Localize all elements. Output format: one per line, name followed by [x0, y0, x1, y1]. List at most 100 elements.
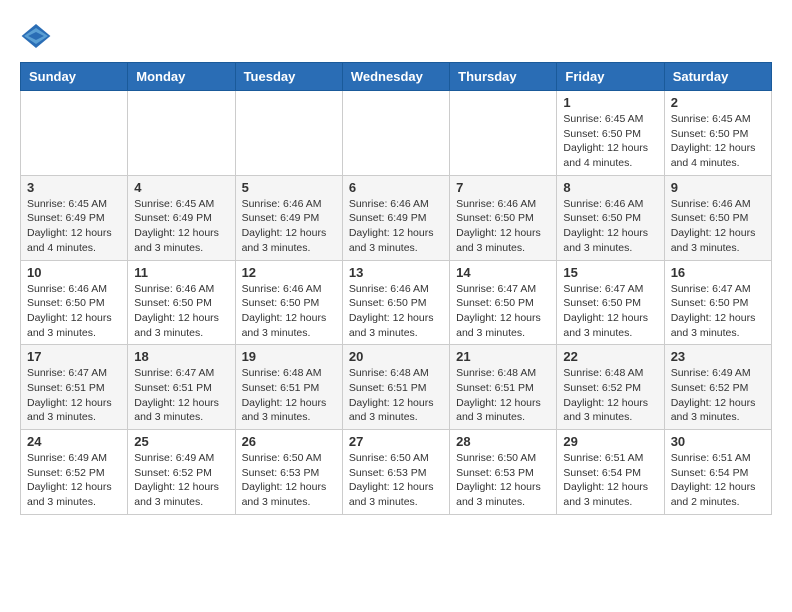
- calendar-cell: 14 Sunrise: 6:47 AM Sunset: 6:50 PM Dayli…: [450, 260, 557, 345]
- day-number: 1: [563, 95, 657, 110]
- day-info: Sunrise: 6:46 AM Sunset: 6:50 PM Dayligh…: [349, 282, 443, 341]
- weekday-header: Monday: [128, 63, 235, 91]
- day-info: Sunrise: 6:51 AM Sunset: 6:54 PM Dayligh…: [563, 451, 657, 510]
- calendar-cell: 25 Sunrise: 6:49 AM Sunset: 6:52 PM Dayli…: [128, 430, 235, 515]
- calendar-cell: [128, 91, 235, 176]
- logo: [20, 20, 56, 52]
- day-info: Sunrise: 6:47 AM Sunset: 6:51 PM Dayligh…: [27, 366, 121, 425]
- day-number: 15: [563, 265, 657, 280]
- day-number: 20: [349, 349, 443, 364]
- calendar-cell: 1 Sunrise: 6:45 AM Sunset: 6:50 PM Daylig…: [557, 91, 664, 176]
- calendar-cell: 26Sunrise: 6:50 AM Sunset: 6:53 PM Dayli…: [235, 430, 342, 515]
- day-info: Sunrise: 6:46 AM Sunset: 6:50 PM Dayligh…: [27, 282, 121, 341]
- day-number: 3: [27, 180, 121, 195]
- calendar-cell: 11 Sunrise: 6:46 AM Sunset: 6:50 PM Dayli…: [128, 260, 235, 345]
- day-info: Sunrise: 6:47 AM Sunset: 6:50 PM Dayligh…: [671, 282, 765, 341]
- day-number: 11: [134, 265, 228, 280]
- calendar-cell: 17 Sunrise: 6:47 AM Sunset: 6:51 PM Dayli…: [21, 345, 128, 430]
- calendar-week-row: 3 Sunrise: 6:45 AM Sunset: 6:49 PM Daylig…: [21, 175, 772, 260]
- calendar-cell: 30 Sunrise: 6:51 AM Sunset: 6:54 PM Dayli…: [664, 430, 771, 515]
- day-info: Sunrise: 6:50 AM Sunset: 6:53 PM Dayligh…: [242, 451, 336, 510]
- calendar-cell: 5 Sunrise: 6:46 AM Sunset: 6:49 PM Daylig…: [235, 175, 342, 260]
- day-number: 29: [563, 434, 657, 449]
- calendar-cell: 8 Sunrise: 6:46 AM Sunset: 6:50 PM Daylig…: [557, 175, 664, 260]
- calendar-cell: 3 Sunrise: 6:45 AM Sunset: 6:49 PM Daylig…: [21, 175, 128, 260]
- calendar-cell: 20 Sunrise: 6:48 AM Sunset: 6:51 PM Dayli…: [342, 345, 449, 430]
- calendar-cell: 16 Sunrise: 6:47 AM Sunset: 6:50 PM Dayli…: [664, 260, 771, 345]
- day-number: 18: [134, 349, 228, 364]
- day-number: 24: [27, 434, 121, 449]
- day-info: Sunrise: 6:46 AM Sunset: 6:50 PM Dayligh…: [242, 282, 336, 341]
- calendar-header-row: SundayMondayTuesdayWednesdayThursdayFrid…: [21, 63, 772, 91]
- calendar-cell: [235, 91, 342, 176]
- day-number: 30: [671, 434, 765, 449]
- day-number: 28: [456, 434, 550, 449]
- calendar-cell: 15 Sunrise: 6:47 AM Sunset: 6:50 PM Dayli…: [557, 260, 664, 345]
- calendar-cell: 28 Sunrise: 6:50 AM Sunset: 6:53 PM Dayli…: [450, 430, 557, 515]
- day-info: Sunrise: 6:48 AM Sunset: 6:51 PM Dayligh…: [242, 366, 336, 425]
- calendar-cell: 2 Sunrise: 6:45 AM Sunset: 6:50 PM Daylig…: [664, 91, 771, 176]
- day-number: 21: [456, 349, 550, 364]
- weekday-header: Thursday: [450, 63, 557, 91]
- day-info: Sunrise: 6:51 AM Sunset: 6:54 PM Dayligh…: [671, 451, 765, 510]
- day-number: 10: [27, 265, 121, 280]
- calendar-cell: 21Sunrise: 6:48 AM Sunset: 6:51 PM Dayli…: [450, 345, 557, 430]
- calendar-cell: 4 Sunrise: 6:45 AM Sunset: 6:49 PM Daylig…: [128, 175, 235, 260]
- day-number: 7: [456, 180, 550, 195]
- day-number: 17: [27, 349, 121, 364]
- day-number: 16: [671, 265, 765, 280]
- calendar-cell: 29 Sunrise: 6:51 AM Sunset: 6:54 PM Dayli…: [557, 430, 664, 515]
- day-info: Sunrise: 6:45 AM Sunset: 6:49 PM Dayligh…: [27, 197, 121, 256]
- day-number: 14: [456, 265, 550, 280]
- day-number: 5: [242, 180, 336, 195]
- weekday-header: Saturday: [664, 63, 771, 91]
- day-info: Sunrise: 6:47 AM Sunset: 6:51 PM Dayligh…: [134, 366, 228, 425]
- weekday-header: Wednesday: [342, 63, 449, 91]
- calendar-cell: 23Sunrise: 6:49 AM Sunset: 6:52 PM Dayli…: [664, 345, 771, 430]
- day-number: 27: [349, 434, 443, 449]
- day-info: Sunrise: 6:50 AM Sunset: 6:53 PM Dayligh…: [456, 451, 550, 510]
- calendar-week-row: 17 Sunrise: 6:47 AM Sunset: 6:51 PM Dayli…: [21, 345, 772, 430]
- day-info: Sunrise: 6:49 AM Sunset: 6:52 PM Dayligh…: [671, 366, 765, 425]
- calendar-table: SundayMondayTuesdayWednesdayThursdayFrid…: [20, 62, 772, 515]
- day-info: Sunrise: 6:48 AM Sunset: 6:51 PM Dayligh…: [349, 366, 443, 425]
- weekday-header: Friday: [557, 63, 664, 91]
- calendar-cell: [342, 91, 449, 176]
- calendar-cell: 9Sunrise: 6:46 AM Sunset: 6:50 PM Daylig…: [664, 175, 771, 260]
- day-info: Sunrise: 6:45 AM Sunset: 6:49 PM Dayligh…: [134, 197, 228, 256]
- day-number: 13: [349, 265, 443, 280]
- day-number: 12: [242, 265, 336, 280]
- calendar-week-row: 1 Sunrise: 6:45 AM Sunset: 6:50 PM Daylig…: [21, 91, 772, 176]
- day-info: Sunrise: 6:46 AM Sunset: 6:50 PM Dayligh…: [563, 197, 657, 256]
- day-number: 4: [134, 180, 228, 195]
- calendar-cell: 10 Sunrise: 6:46 AM Sunset: 6:50 PM Dayli…: [21, 260, 128, 345]
- day-number: 2: [671, 95, 765, 110]
- calendar-cell: 19 Sunrise: 6:48 AM Sunset: 6:51 PM Dayli…: [235, 345, 342, 430]
- calendar-cell: [21, 91, 128, 176]
- day-info: Sunrise: 6:47 AM Sunset: 6:50 PM Dayligh…: [563, 282, 657, 341]
- day-info: Sunrise: 6:45 AM Sunset: 6:50 PM Dayligh…: [563, 112, 657, 171]
- day-info: Sunrise: 6:49 AM Sunset: 6:52 PM Dayligh…: [27, 451, 121, 510]
- day-number: 6: [349, 180, 443, 195]
- day-info: Sunrise: 6:50 AM Sunset: 6:53 PM Dayligh…: [349, 451, 443, 510]
- day-info: Sunrise: 6:49 AM Sunset: 6:52 PM Dayligh…: [134, 451, 228, 510]
- calendar-week-row: 10 Sunrise: 6:46 AM Sunset: 6:50 PM Dayli…: [21, 260, 772, 345]
- day-info: Sunrise: 6:46 AM Sunset: 6:49 PM Dayligh…: [242, 197, 336, 256]
- logo-icon: [20, 20, 52, 52]
- day-number: 19: [242, 349, 336, 364]
- day-info: Sunrise: 6:48 AM Sunset: 6:52 PM Dayligh…: [563, 366, 657, 425]
- calendar-cell: [450, 91, 557, 176]
- day-info: Sunrise: 6:46 AM Sunset: 6:50 PM Dayligh…: [134, 282, 228, 341]
- day-number: 8: [563, 180, 657, 195]
- calendar-cell: 13 Sunrise: 6:46 AM Sunset: 6:50 PM Dayli…: [342, 260, 449, 345]
- calendar-cell: 18 Sunrise: 6:47 AM Sunset: 6:51 PM Dayli…: [128, 345, 235, 430]
- calendar-week-row: 24 Sunrise: 6:49 AM Sunset: 6:52 PM Dayli…: [21, 430, 772, 515]
- day-number: 25: [134, 434, 228, 449]
- calendar-cell: 6Sunrise: 6:46 AM Sunset: 6:49 PM Daylig…: [342, 175, 449, 260]
- calendar-cell: 7 Sunrise: 6:46 AM Sunset: 6:50 PM Daylig…: [450, 175, 557, 260]
- day-info: Sunrise: 6:47 AM Sunset: 6:50 PM Dayligh…: [456, 282, 550, 341]
- day-info: Sunrise: 6:46 AM Sunset: 6:50 PM Dayligh…: [456, 197, 550, 256]
- calendar-cell: 24 Sunrise: 6:49 AM Sunset: 6:52 PM Dayli…: [21, 430, 128, 515]
- day-info: Sunrise: 6:45 AM Sunset: 6:50 PM Dayligh…: [671, 112, 765, 171]
- calendar-cell: 22Sunrise: 6:48 AM Sunset: 6:52 PM Dayli…: [557, 345, 664, 430]
